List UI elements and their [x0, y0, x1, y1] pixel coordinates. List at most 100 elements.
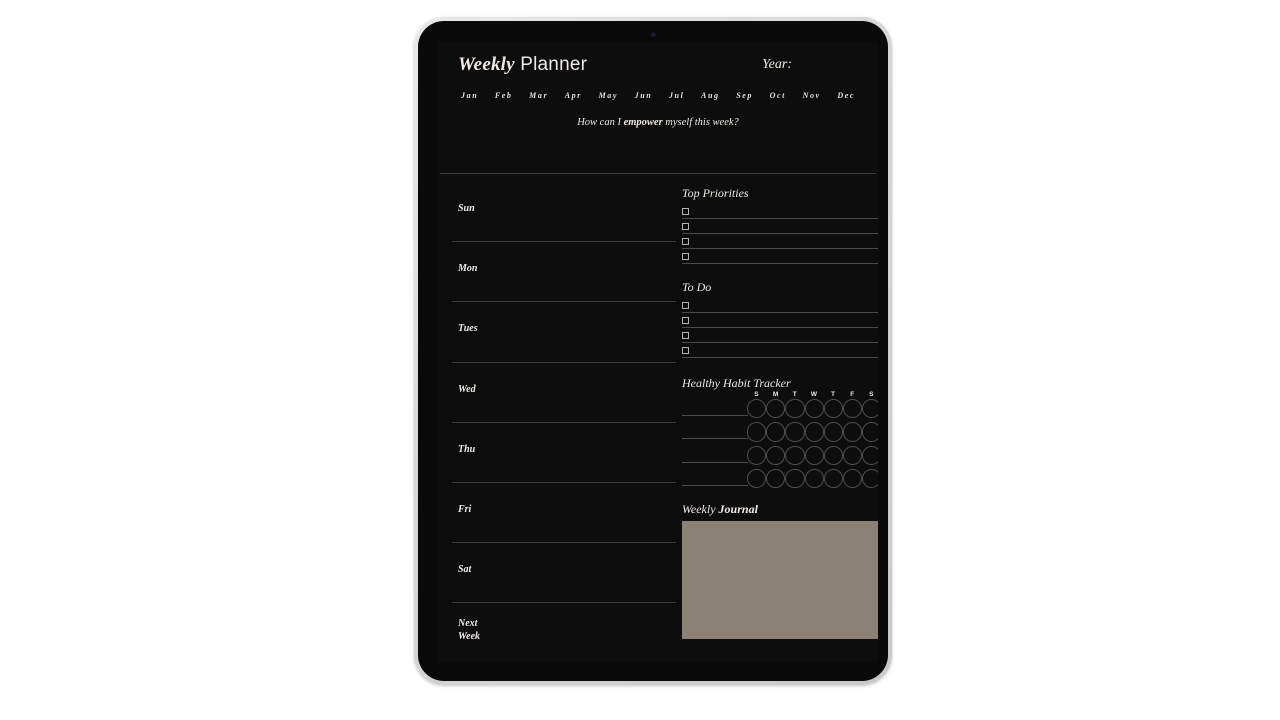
- day-row-sat[interactable]: Sat: [452, 543, 678, 604]
- habit-circles-row: [747, 469, 878, 489]
- prompt-text-after: myself this week?: [662, 117, 739, 128]
- habit-circle[interactable]: [766, 422, 786, 442]
- month-aug[interactable]: Aug: [701, 91, 720, 100]
- month-jul[interactable]: Jul: [669, 91, 684, 100]
- checkbox-icon[interactable]: [682, 238, 689, 245]
- priority-item-1[interactable]: [678, 206, 878, 221]
- habit-row-1[interactable]: [678, 399, 878, 422]
- month-dec[interactable]: Dec: [837, 91, 855, 100]
- day-label-fri: Fri: [458, 503, 472, 515]
- title-row: Weekly Planner Year:: [438, 42, 878, 82]
- habit-circle[interactable]: [823, 399, 843, 419]
- month-jun[interactable]: Jun: [635, 91, 653, 100]
- to-do-section: To Do: [678, 280, 878, 360]
- habit-circle[interactable]: [747, 469, 767, 489]
- habit-circle[interactable]: [747, 399, 767, 419]
- habit-day-header-thu: T: [831, 391, 836, 398]
- checkbox-icon[interactable]: [682, 347, 689, 354]
- tablet-screen-bezel: Weekly Planner Year: Jan Feb Mar Apr May…: [418, 21, 888, 681]
- habit-circle[interactable]: [747, 422, 767, 442]
- habit-day-headers: S M T W T F S: [747, 391, 878, 398]
- habit-circle[interactable]: [766, 445, 786, 465]
- month-jan[interactable]: Jan: [461, 91, 478, 100]
- habit-circles-row: [747, 422, 878, 442]
- journal-text-area[interactable]: [682, 520, 878, 639]
- todo-item-1[interactable]: [678, 300, 878, 315]
- day-row-thu[interactable]: Thu: [452, 423, 678, 483]
- habit-circle[interactable]: [823, 445, 843, 465]
- write-in-line: [682, 357, 878, 358]
- month-nov[interactable]: Nov: [803, 91, 821, 100]
- habit-circle[interactable]: [862, 399, 878, 419]
- priority-item-4[interactable]: [678, 251, 878, 266]
- weekly-planner-page: Weekly Planner Year: Jan Feb Mar Apr May…: [438, 42, 878, 662]
- priority-item-2[interactable]: [678, 221, 878, 236]
- month-selector-row: Jan Feb Mar Apr May Jun Jul Aug Sep Oct …: [438, 82, 878, 100]
- habit-row-3[interactable]: [678, 445, 878, 469]
- month-apr[interactable]: Apr: [565, 91, 582, 100]
- weekly-journal-title: Weekly Journal: [682, 502, 878, 517]
- month-oct[interactable]: Oct: [770, 91, 786, 100]
- habit-circle[interactable]: [747, 445, 767, 465]
- checkbox-icon[interactable]: [682, 302, 689, 309]
- todo-item-3[interactable]: [678, 330, 878, 345]
- habit-circle[interactable]: [804, 422, 824, 442]
- habit-row-4[interactable]: [678, 469, 878, 492]
- habit-circle[interactable]: [842, 469, 863, 489]
- habit-circle[interactable]: [785, 422, 805, 442]
- to-do-title: To Do: [682, 280, 712, 294]
- habit-circle[interactable]: [804, 469, 824, 489]
- habit-circle[interactable]: [842, 422, 863, 442]
- checkbox-icon[interactable]: [682, 223, 689, 230]
- day-row-fri[interactable]: Fri: [452, 483, 678, 544]
- day-row-tues[interactable]: Tues: [452, 302, 678, 363]
- day-row-next-week[interactable]: Next Week: [452, 603, 678, 662]
- todo-item-2[interactable]: [678, 315, 878, 330]
- habit-day-header-mon: M: [772, 391, 779, 398]
- habit-circle[interactable]: [862, 445, 878, 465]
- habit-circle[interactable]: [766, 399, 786, 419]
- habit-row-2[interactable]: [678, 422, 878, 445]
- prompt-text-before: How can I: [577, 117, 624, 128]
- planner-header: Weekly Planner Year: Jan Feb Mar Apr May…: [438, 42, 878, 174]
- day-row-mon[interactable]: Mon: [452, 242, 678, 303]
- priority-item-3[interactable]: [678, 236, 878, 251]
- checkbox-icon[interactable]: [682, 253, 689, 260]
- day-label-sat: Sat: [458, 564, 472, 576]
- month-may[interactable]: May: [599, 91, 618, 100]
- habit-circle[interactable]: [804, 399, 824, 419]
- journal-title-journal: Journal: [718, 501, 758, 516]
- write-in-line: [682, 312, 878, 313]
- checkbox-icon[interactable]: [682, 317, 689, 324]
- day-row-sun[interactable]: Sun: [452, 182, 678, 243]
- write-in-line: [682, 327, 878, 328]
- month-sep[interactable]: Sep: [736, 91, 753, 100]
- habit-circle[interactable]: [785, 445, 805, 465]
- habit-circle[interactable]: [842, 445, 863, 465]
- habit-circle[interactable]: [823, 422, 843, 442]
- checkbox-icon[interactable]: [682, 208, 689, 215]
- habit-circle[interactable]: [862, 469, 878, 489]
- day-label-mon: Mon: [458, 263, 478, 275]
- todo-item-4[interactable]: [678, 345, 878, 360]
- habit-tracker-title: Healthy Habit Tracker: [682, 376, 791, 390]
- page-title-weekly: Weekly: [458, 54, 515, 75]
- habit-circle[interactable]: [862, 422, 878, 442]
- habit-circle[interactable]: [766, 469, 786, 489]
- habit-circle[interactable]: [823, 469, 843, 489]
- habit-name-line: [682, 415, 748, 416]
- habit-circle[interactable]: [842, 399, 863, 419]
- day-row-wed[interactable]: Wed: [452, 363, 678, 423]
- habit-circle[interactable]: [804, 445, 824, 465]
- habit-circle[interactable]: [785, 469, 805, 489]
- month-mar[interactable]: Mar: [529, 91, 548, 100]
- habit-day-header-wed: W: [810, 391, 818, 398]
- checkbox-icon[interactable]: [682, 332, 689, 339]
- habit-circle[interactable]: [785, 399, 805, 419]
- write-in-line: [682, 342, 878, 343]
- day-label-wed: Wed: [458, 383, 476, 395]
- year-label[interactable]: Year:: [762, 57, 792, 73]
- top-priorities-section: Top Priorities: [678, 186, 878, 266]
- month-feb[interactable]: Feb: [495, 91, 513, 100]
